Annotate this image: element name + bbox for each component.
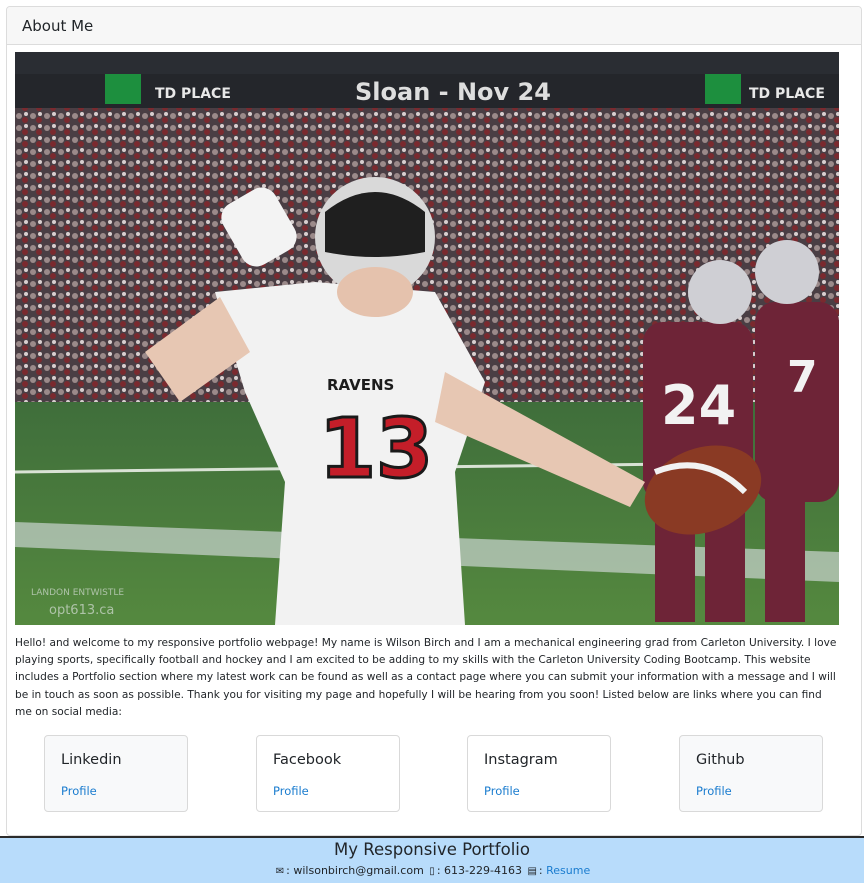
sponsor-right: TD PLACE	[749, 86, 825, 102]
sponsor-left: TD PLACE	[155, 86, 231, 102]
jersey-number: 13	[319, 402, 433, 497]
site-footer: My Responsive Portfolio ✉: wilsonbirch@g…	[0, 836, 864, 883]
social-title-instagram: Instagram	[484, 752, 558, 768]
resume-link[interactable]: Resume	[546, 864, 590, 877]
footer-title: My Responsive Portfolio	[334, 840, 530, 859]
intro-paragraph: Hello! and welcome to my responsive port…	[15, 637, 837, 718]
photo-watermark-line1: LANDON ENTWISTLE	[31, 588, 124, 598]
envelope-icon: ✉	[275, 866, 285, 877]
social-card-github: Github Profile	[679, 735, 823, 812]
stadium-banner-text: Sloan - Nov 24	[355, 78, 551, 106]
opponent-jersey-number-2: 7	[787, 352, 818, 403]
social-title-linkedin: Linkedin	[61, 752, 122, 768]
footer-email: wilsonbirch@gmail.com	[293, 864, 424, 877]
linkedin-profile-link[interactable]: Profile	[61, 784, 97, 798]
social-card-linkedin: Linkedin Profile	[44, 735, 188, 812]
social-card-facebook: Facebook Profile	[256, 735, 400, 812]
social-title-facebook: Facebook	[273, 752, 342, 768]
instagram-profile-link[interactable]: Profile	[484, 784, 520, 798]
photo-watermark-line2: opt613.ca	[49, 603, 114, 618]
file-icon: ▤	[527, 866, 537, 877]
card-title: About Me	[7, 7, 861, 45]
football-player-photo: TD PLACE TD PLACE Sloan - Nov 24 24 7 RA…	[15, 52, 839, 625]
github-profile-link[interactable]: Profile	[696, 784, 732, 798]
facebook-profile-link[interactable]: Profile	[273, 784, 309, 798]
footer-contact-line: ✉: wilsonbirch@gmail.com ▯: 613-229-4163…	[275, 864, 591, 877]
social-card-instagram: Instagram Profile	[467, 735, 611, 812]
jersey-team-name: RAVENS	[327, 376, 394, 394]
hero-photo: TD PLACE TD PLACE Sloan - Nov 24 24 7 RA…	[15, 52, 839, 625]
mobile-phone-icon: ▯	[429, 866, 435, 877]
footer-phone: 613-229-4163	[444, 864, 522, 877]
opponent-jersey-number-1: 24	[661, 374, 736, 437]
social-title-github: Github	[696, 752, 745, 768]
